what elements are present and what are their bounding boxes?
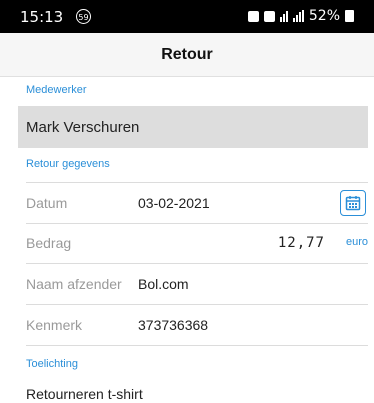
section-label-employee: Medewerker [26, 84, 87, 96]
section-label-explanation: Toelichting [26, 358, 78, 370]
reference-label: Kenmerk [26, 317, 83, 333]
sender-label: Naam afzender [26, 276, 122, 292]
reference-input[interactable]: 373736368 [138, 317, 208, 333]
employee-name: Mark Verschuren [26, 119, 140, 136]
alarm-icon [247, 10, 259, 22]
status-time: 15:13 [20, 8, 64, 26]
calendar-icon [345, 196, 361, 211]
reference-row: Kenmerk 373736368 [26, 305, 368, 346]
date-label: Datum [26, 195, 68, 211]
date-row: Datum 03-02-2021 [26, 182, 368, 224]
amount-label: Bedrag [26, 235, 72, 251]
amount-row: Bedrag 12,77 euro [26, 223, 368, 264]
employee-field[interactable]: Mark Verschuren [18, 106, 368, 148]
battery-icon [345, 10, 354, 22]
page-title: Retour [0, 33, 374, 77]
section-label-return-data: Retour gegevens [26, 158, 110, 170]
battery-percentage: 52% [308, 8, 340, 24]
amount-input[interactable]: 12,77 [278, 235, 325, 251]
lock-icon [263, 10, 275, 22]
explanation-input[interactable]: Retourneren t-shirt [26, 386, 143, 402]
status-bar: 15:13 59 52% [0, 0, 374, 33]
date-value[interactable]: 03-02-2021 [138, 195, 210, 211]
sender-row: Naam afzender Bol.com [26, 264, 368, 305]
calendar-button[interactable] [340, 190, 366, 216]
status-icons: 52% [247, 8, 354, 24]
signal-icon [292, 10, 304, 22]
wifi-icon [279, 10, 288, 22]
sender-input[interactable]: Bol.com [138, 276, 189, 292]
notification-badge: 59 [76, 9, 91, 24]
amount-unit: euro [345, 236, 368, 248]
